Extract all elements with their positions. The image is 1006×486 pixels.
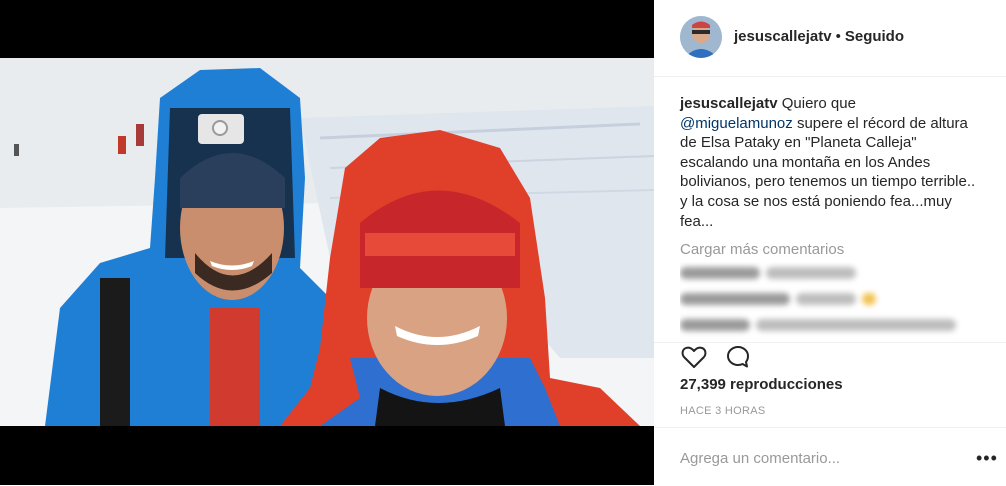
- header-text: jesuscallejatv • Seguido: [734, 28, 904, 45]
- header-separator: •: [835, 28, 841, 45]
- blurred-comments: [680, 262, 1000, 342]
- heart-icon[interactable]: [680, 343, 708, 371]
- comment-input[interactable]: [680, 448, 950, 468]
- comment-icon[interactable]: [724, 343, 752, 371]
- post-sidebar: jesuscallejatv • Seguido jesuscallejatv Qu…: [654, 0, 1006, 485]
- header-username[interactable]: jesuscallejatv: [734, 28, 832, 45]
- more-options-icon[interactable]: •••: [976, 448, 997, 468]
- post-photo[interactable]: [0, 58, 654, 426]
- blurred-comment: [680, 262, 1000, 284]
- follow-status[interactable]: Seguido: [845, 28, 904, 45]
- post-time[interactable]: HACE 3 HORAS: [680, 405, 766, 417]
- caption-mention[interactable]: @miguelamunoz: [680, 115, 793, 132]
- load-more-comments[interactable]: Cargar más comentarios: [680, 241, 844, 258]
- blurred-comment: [680, 288, 1000, 310]
- view-count[interactable]: 27,399 reproducciones: [680, 376, 843, 393]
- blurred-comment: [680, 314, 1000, 336]
- post-caption: jesuscallejatv Quiero que @miguelamunoz …: [680, 94, 980, 231]
- caption-text-1: Quiero que: [777, 95, 856, 112]
- caption-username[interactable]: jesuscallejatv: [680, 95, 778, 112]
- avatar[interactable]: [680, 16, 722, 58]
- post-header: jesuscallejatv • Seguido: [654, 0, 1006, 77]
- post-media: [0, 0, 654, 485]
